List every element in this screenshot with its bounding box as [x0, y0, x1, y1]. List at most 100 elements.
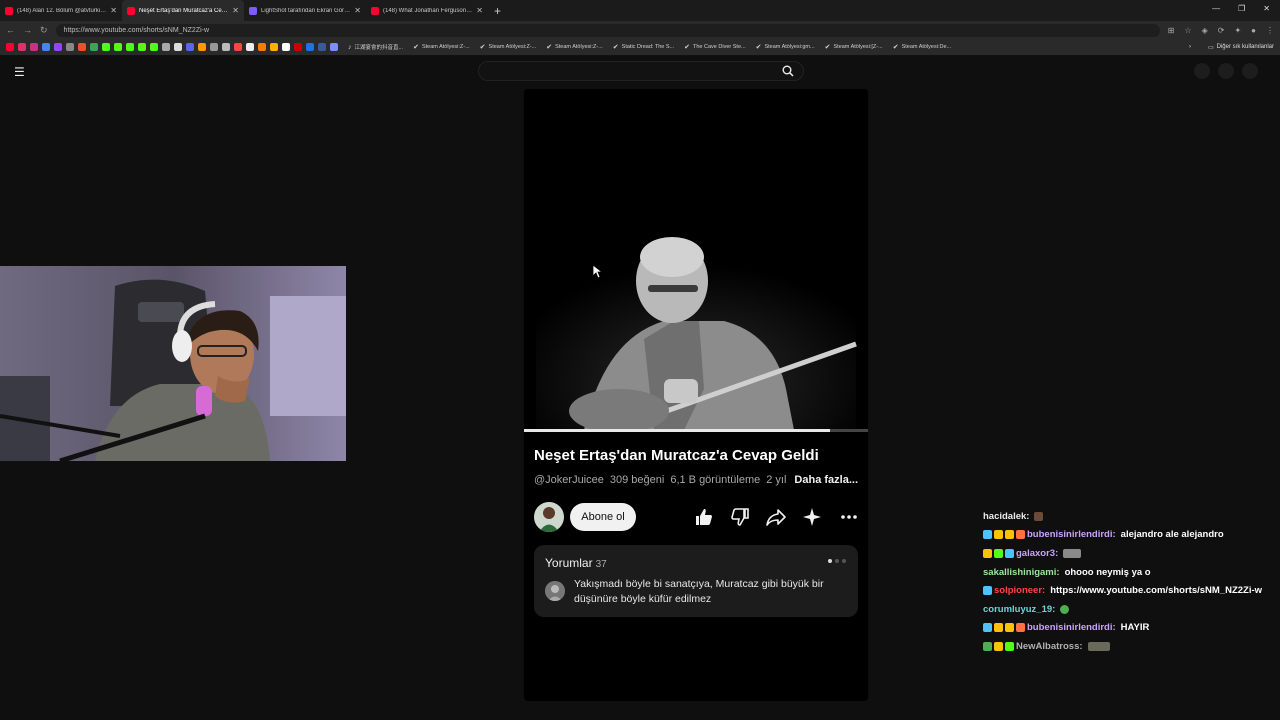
extension-icon[interactable]: ◈	[1202, 26, 1208, 35]
chat-message: galaxor3:	[983, 544, 1278, 563]
bookmark-icon[interactable]	[246, 43, 254, 51]
more-horizontal-icon	[841, 515, 857, 519]
bookmark-item[interactable]: ♪ 江湖宴會的抖音直...	[348, 43, 403, 52]
bookmark-icon[interactable]	[294, 43, 302, 51]
close-icon[interactable]: ✕	[354, 6, 361, 15]
more-options-button[interactable]	[837, 505, 861, 529]
create-icon[interactable]	[1194, 63, 1210, 79]
bookmark-icon[interactable]	[330, 43, 338, 51]
forward-icon[interactable]: →	[23, 25, 32, 35]
bookmark-item[interactable]: ✔ The Cave Diver Ste...	[684, 43, 745, 51]
chat-username[interactable]: solpioneer:	[994, 585, 1045, 596]
kick-bookmark-icon[interactable]	[126, 43, 134, 51]
comments-preview[interactable]: Yorumlar 37 Yakışmadı böyle bi sanatçıya,…	[534, 545, 858, 617]
close-icon[interactable]: ✕	[110, 6, 117, 15]
docs-bookmark-icon[interactable]	[42, 43, 50, 51]
kick-bookmark-icon[interactable]	[102, 43, 110, 51]
bookmark-icon[interactable]	[270, 43, 278, 51]
kick-bookmark-icon[interactable]	[150, 43, 158, 51]
windows-bookmark-icon[interactable]	[78, 43, 86, 51]
bookmark-icon[interactable]	[198, 43, 206, 51]
instagram-bookmark-icon[interactable]	[18, 43, 26, 51]
chat-username[interactable]: hacidalek:	[983, 511, 1029, 522]
bookmark-icon[interactable]	[318, 43, 326, 51]
bookmark-icon[interactable]	[282, 43, 290, 51]
menu-icon[interactable]: ⋮	[1266, 26, 1274, 35]
chat-username[interactable]: corumluyuz_19:	[983, 604, 1055, 615]
browser-tab-bar: (148) Alan 12. Bölüm @atvturkiye ✕ Neşet…	[0, 0, 1280, 21]
share-button[interactable]	[764, 505, 788, 529]
chat-username[interactable]: galaxor3:	[1016, 548, 1058, 559]
bookmark-icon[interactable]	[306, 43, 314, 51]
bookmark-item[interactable]: ✔ Steam Atölyesi:Z-...	[546, 43, 603, 51]
subscribe-button[interactable]: Abone ol	[570, 503, 636, 531]
tab-title: (148) Alan 12. Bölüm @atvturkiye	[17, 7, 107, 14]
chat-username[interactable]: NewAlbatross:	[1016, 641, 1083, 652]
discord-bookmark-icon[interactable]	[186, 43, 194, 51]
reload-icon[interactable]: ↻	[40, 25, 48, 36]
short-video[interactable]	[524, 89, 868, 433]
bookmark-icon[interactable]	[258, 43, 266, 51]
bookmark-item[interactable]: ✔ Static Dread: The S...	[613, 43, 674, 51]
browser-tab-active[interactable]: Neşet Ertaş'dan Muratcaz'a Cevap Geldi ✕	[122, 0, 244, 21]
kick-bookmark-icon[interactable]	[138, 43, 146, 51]
browser-tab[interactable]: (148) What Jonathan Ferguson thinks ✕	[366, 0, 488, 21]
more-link[interactable]: Daha fazla...	[794, 474, 858, 486]
channel-avatar[interactable]	[534, 502, 564, 532]
hamburger-menu-icon[interactable]: ☰	[14, 65, 25, 79]
like-button[interactable]	[692, 505, 716, 529]
chat-emote-icon	[1063, 548, 1082, 558]
bookmark-icon[interactable]	[234, 43, 242, 51]
bookmark-icon[interactable]	[210, 43, 218, 51]
new-tab-button[interactable]: +	[494, 4, 501, 18]
notifications-icon[interactable]	[1218, 63, 1234, 79]
other-bookmarks[interactable]: › ▭ Diğer sık kullanılanlar	[1189, 44, 1274, 51]
chevron-right-icon: ›	[1188, 44, 1191, 50]
twitch-bookmark-icon[interactable]	[54, 43, 62, 51]
back-icon[interactable]: ←	[6, 25, 15, 35]
minimize-icon[interactable]: —	[1212, 4, 1220, 13]
bookmark-icon[interactable]	[222, 43, 230, 51]
comments-pager	[828, 559, 846, 563]
drive-bookmark-icon[interactable]	[90, 43, 98, 51]
bookmark-item[interactable]: ✔ Steam Atölyesi:gm...	[756, 43, 815, 51]
search-input[interactable]	[478, 61, 804, 81]
profile-icon[interactable]: ●	[1251, 26, 1256, 35]
chat-username[interactable]: bubenisinirlendirdi:	[1027, 529, 1116, 540]
download-bookmark-icon[interactable]	[162, 43, 170, 51]
maximize-icon[interactable]: ❐	[1238, 4, 1245, 13]
puzzle-icon[interactable]: ✦	[1234, 26, 1241, 35]
url-field[interactable]: https://www.youtube.com/shorts/sNM_NZ2Zi…	[55, 23, 1160, 37]
channel-handle[interactable]: @JokerJuicee	[534, 474, 604, 486]
chat-badge-icon	[983, 548, 992, 558]
kick-bookmark-icon[interactable]	[114, 43, 122, 51]
bookmark-item[interactable]: ✔ Steam Atölyesi:[Z-...	[825, 43, 883, 51]
browser-tab[interactable]: LightShot tarafından Ekran Görüntüsü ✕	[244, 0, 366, 21]
chat-message: sakallishinigami: ohooo neymiş ya o	[983, 563, 1278, 582]
close-window-icon[interactable]: ✕	[1263, 4, 1270, 13]
star-icon[interactable]: ☆	[1184, 26, 1191, 35]
chat-username[interactable]: sakallishinigami:	[983, 567, 1060, 578]
chat-badge-icon	[983, 623, 992, 633]
close-icon[interactable]: ✕	[476, 6, 483, 15]
comments-header: Yorumlar 37	[545, 556, 607, 570]
globe-bookmark-icon[interactable]	[66, 43, 74, 51]
youtube-bookmark-icon[interactable]	[6, 43, 14, 51]
close-icon[interactable]: ✕	[232, 6, 239, 15]
x-bookmark-icon[interactable]	[174, 43, 182, 51]
sync-icon[interactable]: ⟳	[1218, 26, 1225, 35]
video-progress-bar[interactable]	[524, 429, 868, 432]
bookmark-item[interactable]: ✔ Steam Atölyesi:Z-...	[413, 43, 470, 51]
tab-title: LightShot tarafından Ekran Görüntüsü	[261, 7, 350, 14]
browser-tab[interactable]: (148) Alan 12. Bölüm @atvturkiye ✕	[0, 0, 122, 21]
chat-badge-icon	[1005, 641, 1014, 651]
bookmark-item[interactable]: ✔ Steam Atölyesi:De...	[893, 43, 951, 51]
instagram-bookmark-icon[interactable]	[30, 43, 38, 51]
remix-button[interactable]	[800, 505, 824, 529]
chat-username[interactable]: bubenisinirlendirdi:	[1027, 622, 1116, 633]
search-button[interactable]	[772, 61, 804, 81]
bookmark-item[interactable]: ✔ Steam Atölyesi:Z-...	[480, 43, 537, 51]
dislike-button[interactable]	[728, 505, 752, 529]
install-app-icon[interactable]: ⊞	[1168, 26, 1175, 35]
avatar[interactable]	[1242, 63, 1258, 79]
